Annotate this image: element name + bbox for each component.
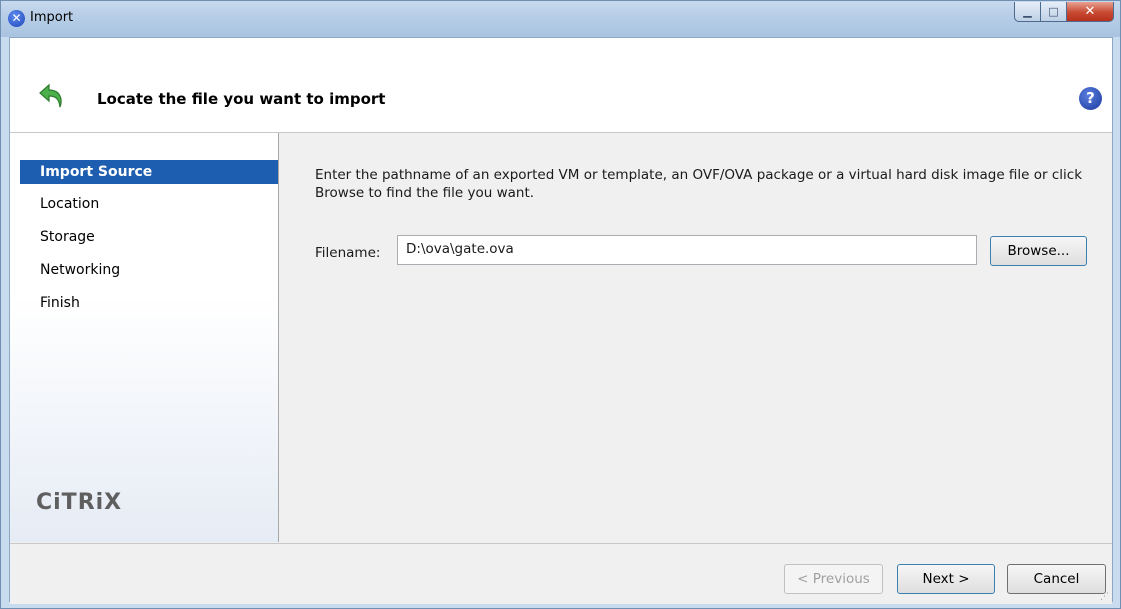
minimize-button[interactable]: ▁ [1014, 2, 1041, 22]
close-button[interactable]: ✕ [1067, 2, 1114, 22]
citrix-logo: CiTRiX [36, 490, 123, 515]
wizard-header: Locate the file you want to import ? [10, 38, 1112, 133]
sidebar-item-storage[interactable]: Storage [20, 225, 278, 249]
wizard-footer: < Previous Next > Cancel ⋰ [10, 543, 1112, 604]
title-bar[interactable]: ✕ Import ▁ □ ✕ [1, 1, 1120, 37]
page-title: Locate the file you want to import [97, 90, 386, 108]
wizard-main-panel: Enter the pathname of an exported VM or … [279, 133, 1112, 542]
sidebar-item-networking[interactable]: Networking [20, 258, 278, 282]
xenserver-icon: ✕ [8, 10, 25, 27]
window-title: Import [30, 10, 74, 25]
next-button[interactable]: Next > [897, 564, 995, 594]
previous-button[interactable]: < Previous [784, 564, 883, 594]
instructions-text: Enter the pathname of an exported VM or … [315, 167, 1083, 201]
wizard-steps-sidebar: Import Source Location Storage Networkin… [10, 133, 279, 542]
maximize-button[interactable]: □ [1041, 2, 1067, 22]
back-arrow-icon [39, 83, 62, 108]
browse-button[interactable]: Browse... [990, 236, 1087, 266]
sidebar-item-location[interactable]: Location [20, 192, 278, 216]
import-window: ✕ Import ▁ □ ✕ Locate the file you want … [0, 0, 1121, 609]
window-controls: ▁ □ ✕ [1014, 2, 1114, 23]
sidebar-item-import-source[interactable]: Import Source [20, 160, 278, 184]
filename-label: Filename: [315, 245, 381, 261]
help-icon[interactable]: ? [1079, 87, 1102, 110]
wizard-client: Locate the file you want to import ? Imp… [9, 37, 1113, 604]
filename-input[interactable]: D:\ova\gate.ova [397, 235, 977, 265]
sidebar-item-finish[interactable]: Finish [20, 291, 278, 315]
resize-grip-icon[interactable]: ⋰ [1100, 592, 1110, 602]
cancel-button[interactable]: Cancel [1007, 564, 1106, 594]
